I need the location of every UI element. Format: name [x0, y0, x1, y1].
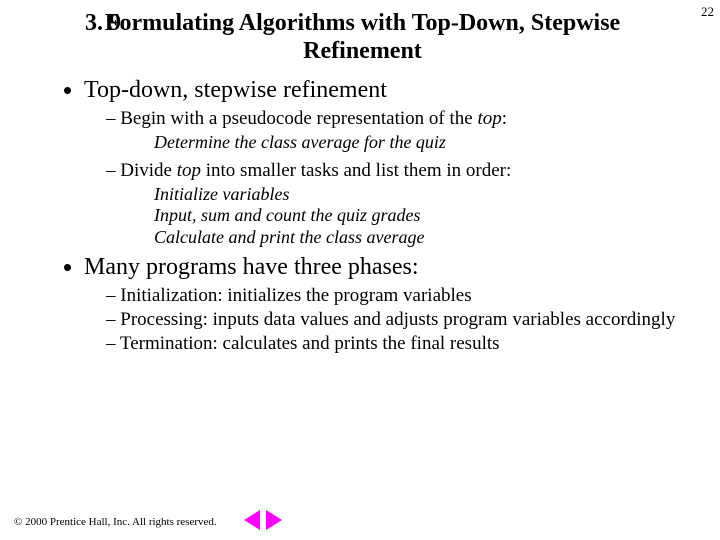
section-number: 3. 9	[85, 10, 133, 38]
slide-title: 3. 9 Formulating Algorithms with Top-Dow…	[85, 10, 640, 65]
page-number: 22	[701, 4, 714, 20]
bullet-topdown: Top-down, stepwise refinement Begin with…	[84, 77, 680, 248]
nav-buttons	[244, 510, 282, 530]
bullet-text: Many programs have three phases:	[84, 254, 419, 280]
title-text: Formulating Algorithms with Top-Down, St…	[105, 10, 620, 64]
prev-arrow-icon[interactable]	[244, 510, 260, 530]
bullet-phases: Many programs have three phases: Initial…	[84, 254, 680, 355]
sub-begin: Begin with a pseudocode representation o…	[106, 108, 680, 130]
sub-termination: Termination: calculates and prints the f…	[106, 333, 680, 355]
pseudocode-top: Determine the class average for the quiz	[154, 132, 680, 154]
sub-init: Initialization: initializes the program …	[106, 285, 680, 307]
bullet-text: Top-down, stepwise refinement	[84, 77, 387, 103]
sub-processing: Processing: inputs data values and adjus…	[106, 309, 680, 331]
pseudocode-steps: Initialize variables Input, sum and coun…	[154, 184, 680, 249]
next-arrow-icon[interactable]	[266, 510, 282, 530]
copyright-footer: © 2000 Prentice Hall, Inc. All rights re…	[14, 516, 217, 528]
slide-body: Top-down, stepwise refinement Begin with…	[60, 77, 680, 359]
sub-divide: Divide top into smaller tasks and list t…	[106, 160, 680, 182]
